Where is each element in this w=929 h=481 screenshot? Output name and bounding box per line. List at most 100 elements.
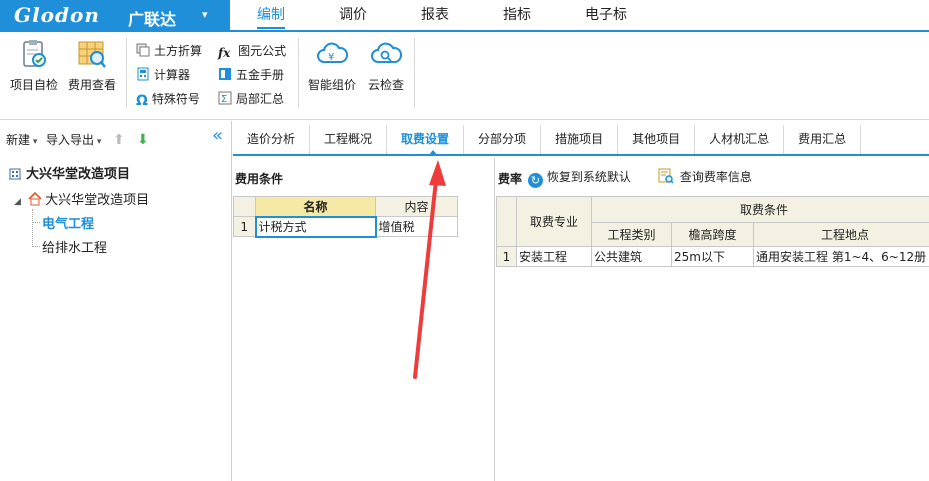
building-icon bbox=[8, 166, 22, 184]
tree-node-project-label: 大兴华堂改造项目 bbox=[45, 193, 150, 208]
module-tabs: 造价分析 工程概况 取费设置 分部分项 措施项目 其他项目 人材机汇总 费用汇总 bbox=[233, 125, 929, 156]
row-number: 1 bbox=[496, 246, 517, 267]
tree-guide-line bbox=[32, 246, 40, 247]
chevron-down-icon[interactable]: ▾ bbox=[202, 8, 208, 21]
cloud-check-button[interactable]: 云检查 bbox=[358, 38, 414, 93]
project-check-button[interactable]: 项目自检 bbox=[6, 38, 62, 93]
tab-fee-summary[interactable]: 费用汇总 bbox=[784, 125, 862, 154]
move-down-icon[interactable]: ⬇ bbox=[137, 131, 149, 149]
column-header-condition[interactable]: 取费条件 bbox=[591, 196, 929, 223]
menu-e-bid[interactable]: 电子标 bbox=[558, 0, 654, 30]
menu-index[interactable]: 指标 bbox=[476, 0, 558, 30]
cell-content[interactable]: 增值税 bbox=[375, 216, 458, 237]
new-button[interactable]: 新建 ▾ bbox=[6, 131, 37, 149]
summary-icon: Σ bbox=[218, 91, 232, 105]
import-export-label: 导入导出 bbox=[46, 133, 95, 147]
fee-view-label: 费用查看 bbox=[67, 78, 116, 92]
tab-measures[interactable]: 措施项目 bbox=[541, 125, 619, 154]
table-header-row: 取费专业 取费条件 bbox=[496, 196, 929, 247]
column-header-name[interactable]: 名称 bbox=[255, 196, 376, 217]
column-header-content[interactable]: 内容 bbox=[375, 196, 458, 217]
table-row[interactable]: 1 计税方式 增值税 bbox=[233, 215, 458, 238]
tree-unit-electrical[interactable]: 电气工程 bbox=[42, 213, 94, 232]
partial-summary-button[interactable]: Σ 局部汇总 bbox=[218, 89, 284, 109]
table-corner bbox=[233, 196, 256, 217]
cell-name[interactable]: 计税方式 bbox=[254, 215, 377, 238]
tree-node-project[interactable]: ◢ 大兴华堂改造项目 bbox=[14, 189, 149, 210]
menu-edit-label: 编制 bbox=[257, 3, 285, 29]
row-number: 1 bbox=[233, 216, 256, 237]
tree-unit-water[interactable]: 给排水工程 bbox=[42, 237, 107, 256]
tab-cost-analysis[interactable]: 造价分析 bbox=[233, 125, 311, 154]
fee-conditions-table: 名称 内容 1 计税方式 增值税 bbox=[233, 196, 458, 238]
cell-location[interactable]: 通用安装工程 第1~4、6~12册 五 bbox=[753, 246, 929, 267]
spreadsheet-search-icon bbox=[76, 38, 108, 70]
ribbon-separator bbox=[414, 38, 415, 108]
tree-root[interactable]: 大兴华堂改造项目 bbox=[8, 163, 130, 184]
hardware-manual-label: 五金手册 bbox=[236, 68, 285, 82]
tree-guide-line bbox=[32, 209, 33, 247]
column-header-location[interactable]: 工程地点 bbox=[753, 222, 929, 247]
menu-report[interactable]: 报表 bbox=[394, 0, 476, 30]
main-menu: 编制 调价 报表 指标 电子标 bbox=[230, 0, 654, 30]
smart-pricing-label: 智能组价 bbox=[307, 78, 356, 92]
restore-default-button[interactable]: ↻ 恢复到系统默认 bbox=[528, 168, 631, 188]
fee-rate-panel: 费率 ↻ 恢复到系统默认 查询费率信息 取费专业 取费条件 工程类别 檐高跨度 … bbox=[496, 158, 929, 481]
cell-type[interactable]: 公共建筑 bbox=[591, 246, 672, 267]
move-up-icon[interactable]: ⬆ bbox=[113, 131, 125, 149]
ribbon-separator bbox=[126, 38, 127, 108]
menu-adjust-price[interactable]: 调价 bbox=[312, 0, 394, 30]
column-header-type[interactable]: 工程类别 bbox=[591, 222, 672, 247]
cell-height[interactable]: 25m以下 bbox=[671, 246, 754, 267]
new-label: 新建 bbox=[6, 133, 31, 147]
cloud-check-label: 云检查 bbox=[367, 78, 404, 92]
brand-logo[interactable]: Glodon 广联达 ▾ bbox=[0, 0, 230, 32]
active-tab-pointer bbox=[428, 150, 438, 156]
chevron-down-icon: ▾ bbox=[94, 137, 102, 147]
tree-root-label: 大兴华堂改造项目 bbox=[26, 167, 131, 182]
cell-specialty[interactable]: 安装工程 bbox=[516, 246, 592, 267]
tab-sub-items[interactable]: 分部分项 bbox=[464, 125, 542, 154]
fee-rate-title: 费率 bbox=[498, 172, 523, 186]
fee-view-button[interactable]: 费用查看 bbox=[64, 38, 120, 93]
tab-labor-material-summary[interactable]: 人材机汇总 bbox=[695, 125, 785, 154]
book-icon bbox=[218, 67, 232, 81]
cloud-search-icon bbox=[370, 38, 403, 70]
svg-text:¥: ¥ bbox=[328, 52, 334, 63]
refresh-icon: ↻ bbox=[528, 173, 543, 188]
query-rate-label: 查询费率信息 bbox=[679, 170, 752, 184]
column-header-height[interactable]: 檐高跨度 bbox=[671, 222, 754, 247]
expand-arrow-icon: ◢ bbox=[14, 197, 21, 207]
house-icon bbox=[28, 191, 42, 210]
ribbon-separator bbox=[298, 38, 299, 108]
table-header-row: 名称 内容 bbox=[233, 196, 458, 217]
smart-pricing-button[interactable]: ¥ 智能组价 bbox=[304, 38, 360, 93]
import-export-button[interactable]: 导入导出 ▾ bbox=[46, 131, 101, 149]
earthwork-button[interactable]: 土方折算 bbox=[136, 41, 202, 61]
element-formula-button[interactable]: fx 图元公式 bbox=[218, 41, 286, 61]
column-header-specialty[interactable]: 取费专业 bbox=[516, 196, 592, 247]
title-bar: Glodon 广联达 ▾ 编制 调价 报表 指标 电子标 bbox=[0, 0, 929, 32]
tab-fee-settings[interactable]: 取费设置 bbox=[387, 125, 465, 154]
collapse-panel-icon[interactable]: « bbox=[212, 127, 223, 145]
table-corner bbox=[496, 196, 517, 247]
fee-rate-table: 取费专业 取费条件 工程类别 檐高跨度 工程地点 1 安装工程 公共建筑 25m… bbox=[496, 196, 929, 267]
tree-guide-line bbox=[32, 222, 40, 223]
tab-project-overview[interactable]: 工程概况 bbox=[310, 125, 388, 154]
ribbon-toolbar: 项目自检 费用查看 土方折算 计算器 Ω 特殊符号 fx 图元公式 五金手册 Σ局… bbox=[0, 32, 929, 120]
clipboard-check-icon bbox=[18, 38, 50, 70]
project-tree-pane: 新建 ▾ 导入导出 ▾ ⬆ ⬇ « 大兴华堂改造项目 ◢ 大兴华堂改造项目 电气… bbox=[0, 121, 232, 481]
special-symbol-button[interactable]: Ω 特殊符号 bbox=[136, 89, 200, 109]
brand-name-cn: 广联达 bbox=[128, 10, 177, 29]
table-row[interactable]: 1 安装工程 公共建筑 25m以下 通用安装工程 第1~4、6~12册 五 bbox=[496, 246, 929, 267]
query-rate-button[interactable]: 查询费率信息 bbox=[658, 168, 752, 187]
menu-edit[interactable]: 编制 bbox=[230, 0, 312, 30]
hardware-manual-button[interactable]: 五金手册 bbox=[218, 65, 284, 85]
chevron-down-icon: ▾ bbox=[30, 137, 38, 147]
brand-name-en: Glodon bbox=[14, 3, 100, 27]
calculator-button[interactable]: 计算器 bbox=[136, 65, 190, 85]
function-icon: fx bbox=[218, 46, 231, 60]
svg-text:Σ: Σ bbox=[221, 94, 227, 105]
calculator-icon bbox=[136, 67, 150, 81]
tab-other-items[interactable]: 其他项目 bbox=[618, 125, 696, 154]
